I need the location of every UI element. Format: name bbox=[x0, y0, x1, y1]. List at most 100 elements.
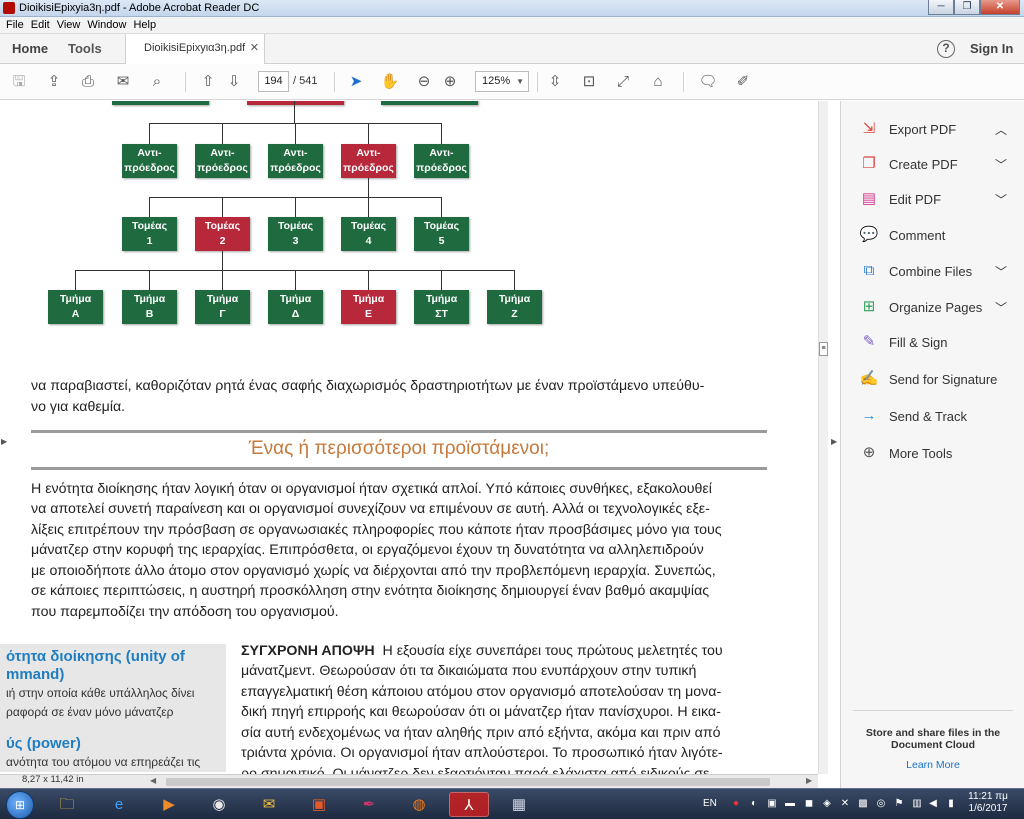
document-page[interactable]: Αντι-πρόεδρος Αντι-πρόεδρος Αντι-πρόεδρο… bbox=[0, 101, 818, 774]
full-screen-icon[interactable]: ⤢ bbox=[613, 73, 633, 91]
acrobat-reader-icon[interactable]: ⅄ bbox=[449, 792, 489, 817]
learn-more-link[interactable]: Learn More bbox=[853, 759, 1013, 771]
page-up-icon[interactable]: ⇧ bbox=[198, 73, 218, 91]
scroll-mode-icon[interactable]: ⇳ bbox=[545, 73, 565, 91]
chrome-icon[interactable]: ◉ bbox=[199, 792, 239, 817]
network-icon[interactable]: ▥ bbox=[911, 798, 923, 810]
tray-icon[interactable]: ▬ bbox=[784, 798, 796, 810]
media-player-icon[interactable]: ▶ bbox=[149, 792, 189, 817]
close-button[interactable]: ✕ bbox=[980, 0, 1020, 15]
tray-icon[interactable]: ◈ bbox=[821, 798, 833, 810]
glossary-definition: ανότητα του ατόμου να επηρεάζει τις bbox=[6, 755, 201, 769]
explorer-icon[interactable]: 🗀 bbox=[47, 792, 87, 817]
powerpoint-icon[interactable]: ▣ bbox=[299, 792, 339, 817]
org-box-department: Τμήμα Γ bbox=[195, 290, 250, 324]
tray-icon[interactable]: ▣ bbox=[766, 798, 778, 810]
scroll-right-icon[interactable]: ▶ bbox=[806, 776, 812, 785]
org-box-partial bbox=[112, 101, 209, 105]
start-button[interactable]: ⊞ bbox=[6, 791, 34, 819]
tab-home[interactable]: Home bbox=[12, 41, 48, 56]
tool-create-pdf[interactable]: ❐ Create PDF ﹀ bbox=[841, 149, 1024, 179]
tool-more-tools[interactable]: ⊕ More Tools bbox=[841, 438, 1024, 468]
zoom-out-icon[interactable]: ⊖ bbox=[414, 73, 434, 91]
create-pdf-icon: ❐ bbox=[862, 155, 876, 172]
menu-view[interactable]: View bbox=[55, 17, 86, 33]
scrollbar-grip[interactable]: ≡ bbox=[819, 342, 828, 356]
help-icon[interactable]: ? bbox=[937, 40, 955, 58]
menu-edit[interactable]: Edit bbox=[29, 17, 55, 33]
language-indicator[interactable]: EN bbox=[703, 798, 717, 809]
tool-fill-sign[interactable]: ✎ Fill & Sign bbox=[841, 327, 1024, 357]
more-tools-icon: ⊕ bbox=[862, 444, 876, 461]
internet-explorer-icon[interactable]: e bbox=[99, 792, 139, 817]
pen-icon[interactable]: ✐ bbox=[733, 73, 753, 91]
scroll-left-icon[interactable]: ◀ bbox=[150, 776, 156, 785]
export-pdf-icon: ⇲ bbox=[862, 120, 876, 137]
vertical-scrollbar[interactable]: ≡ bbox=[818, 101, 828, 774]
tool-send-for-signature[interactable]: ✍ Send for Signature bbox=[841, 364, 1024, 394]
glossary-term: mmand) bbox=[6, 666, 65, 683]
maximize-button[interactable]: ❐ bbox=[954, 0, 980, 15]
zoom-in-icon[interactable]: ⊕ bbox=[440, 73, 460, 91]
menu-file[interactable]: File bbox=[4, 17, 29, 33]
tool-comment[interactable]: 💬 Comment bbox=[841, 220, 1024, 250]
tool-send-track[interactable]: → Send & Track bbox=[841, 401, 1024, 431]
horizontal-scrollbar[interactable]: ◀ ▶ bbox=[0, 774, 818, 788]
right-pane-collapse-icon[interactable]: ▶ bbox=[831, 437, 837, 446]
read-mode-icon[interactable]: ⌂ bbox=[648, 73, 668, 91]
notes-icon[interactable]: ▦ bbox=[499, 792, 539, 817]
tab-document[interactable]: DioikisiEpixyια3η.pdf ✕ bbox=[125, 34, 265, 64]
email-icon[interactable]: ✉ bbox=[113, 73, 133, 91]
menu-window[interactable]: Window bbox=[85, 17, 131, 33]
org-box-department: Τμήμα Α bbox=[48, 290, 103, 324]
page-number-input[interactable]: 194 bbox=[258, 71, 289, 92]
org-box-vice-president: Αντι-πρόεδρος bbox=[268, 144, 323, 178]
print-icon[interactable]: ⎙ bbox=[78, 73, 98, 91]
tray-icon[interactable]: ✕ bbox=[839, 798, 851, 810]
tray-icon[interactable]: ▮ bbox=[945, 798, 957, 810]
chevron-down-icon[interactable]: ﹀ bbox=[995, 263, 1007, 280]
close-tab-icon[interactable]: ✕ bbox=[250, 41, 259, 54]
tool-label: Edit PDF bbox=[889, 192, 942, 207]
tray-icon[interactable]: ▩ bbox=[857, 798, 869, 810]
mail-icon[interactable]: ✉ bbox=[249, 792, 289, 817]
save-icon[interactable]: 🖫 bbox=[9, 73, 29, 91]
menu-help[interactable]: Help bbox=[131, 17, 161, 33]
org-box-sector: Τομέας 4 bbox=[341, 217, 396, 251]
chevron-up-icon[interactable]: ︿ bbox=[995, 121, 1007, 138]
chevron-down-icon[interactable]: ﹀ bbox=[995, 299, 1007, 316]
org-box-vice-president: Αντι-πρόεδρος bbox=[195, 144, 250, 178]
acrobat-pro-icon[interactable]: ✒ bbox=[349, 792, 389, 817]
minimize-button[interactable]: ─ bbox=[928, 0, 954, 15]
edit-pdf-icon: ▤ bbox=[861, 190, 877, 207]
search-icon[interactable]: ⌕ bbox=[147, 73, 167, 91]
select-arrow-icon[interactable]: ➤ bbox=[346, 73, 366, 91]
sign-in-button[interactable]: Sign In bbox=[970, 41, 1013, 56]
acrobat-tray-icon[interactable]: ● bbox=[730, 798, 742, 810]
scrollbar-thumb[interactable] bbox=[166, 778, 770, 786]
tray-icon[interactable]: ◐ bbox=[748, 798, 760, 810]
volume-icon[interactable]: ◀ bbox=[927, 798, 939, 810]
tray-icon[interactable]: ◎ bbox=[875, 798, 887, 810]
page-down-icon[interactable]: ⇩ bbox=[224, 73, 244, 91]
tool-export-pdf[interactable]: ⇲ Export PDF ︿ bbox=[841, 114, 1024, 144]
tab-tools[interactable]: Tools bbox=[68, 41, 102, 56]
left-pane-toggle-icon[interactable]: ▶ bbox=[1, 437, 7, 446]
firefox-icon[interactable]: ◍ bbox=[399, 792, 439, 817]
body-text-line: με οποιοδήποτε άλλο άτομο στον οργανισμό… bbox=[31, 563, 716, 579]
hand-icon[interactable]: ✋ bbox=[380, 73, 400, 91]
fit-page-icon[interactable]: ⊡ bbox=[579, 73, 599, 91]
comment-icon[interactable]: 🗨 bbox=[698, 73, 718, 91]
tool-organize-pages[interactable]: ⊞ Organize Pages ﹀ bbox=[841, 292, 1024, 322]
organize-pages-icon: ⊞ bbox=[862, 298, 876, 315]
zoom-select[interactable]: 125% ▼ bbox=[475, 71, 529, 92]
upload-icon[interactable]: ⇪ bbox=[44, 73, 64, 91]
chevron-down-icon[interactable]: ﹀ bbox=[995, 191, 1007, 208]
tool-combine-files[interactable]: ⧉ Combine Files ﹀ bbox=[841, 256, 1024, 286]
glossary-sidebar: ότητα διοίκησης (unity of mmand) ιή στην… bbox=[0, 644, 226, 772]
chevron-down-icon[interactable]: ﹀ bbox=[995, 156, 1007, 173]
flag-icon[interactable]: ⚑ bbox=[893, 798, 905, 810]
tray-icon[interactable]: ◼ bbox=[803, 798, 815, 810]
clock[interactable]: 11:21 πμ 1/6/2017 bbox=[963, 791, 1013, 815]
tool-edit-pdf[interactable]: ▤ Edit PDF ﹀ bbox=[841, 184, 1024, 214]
